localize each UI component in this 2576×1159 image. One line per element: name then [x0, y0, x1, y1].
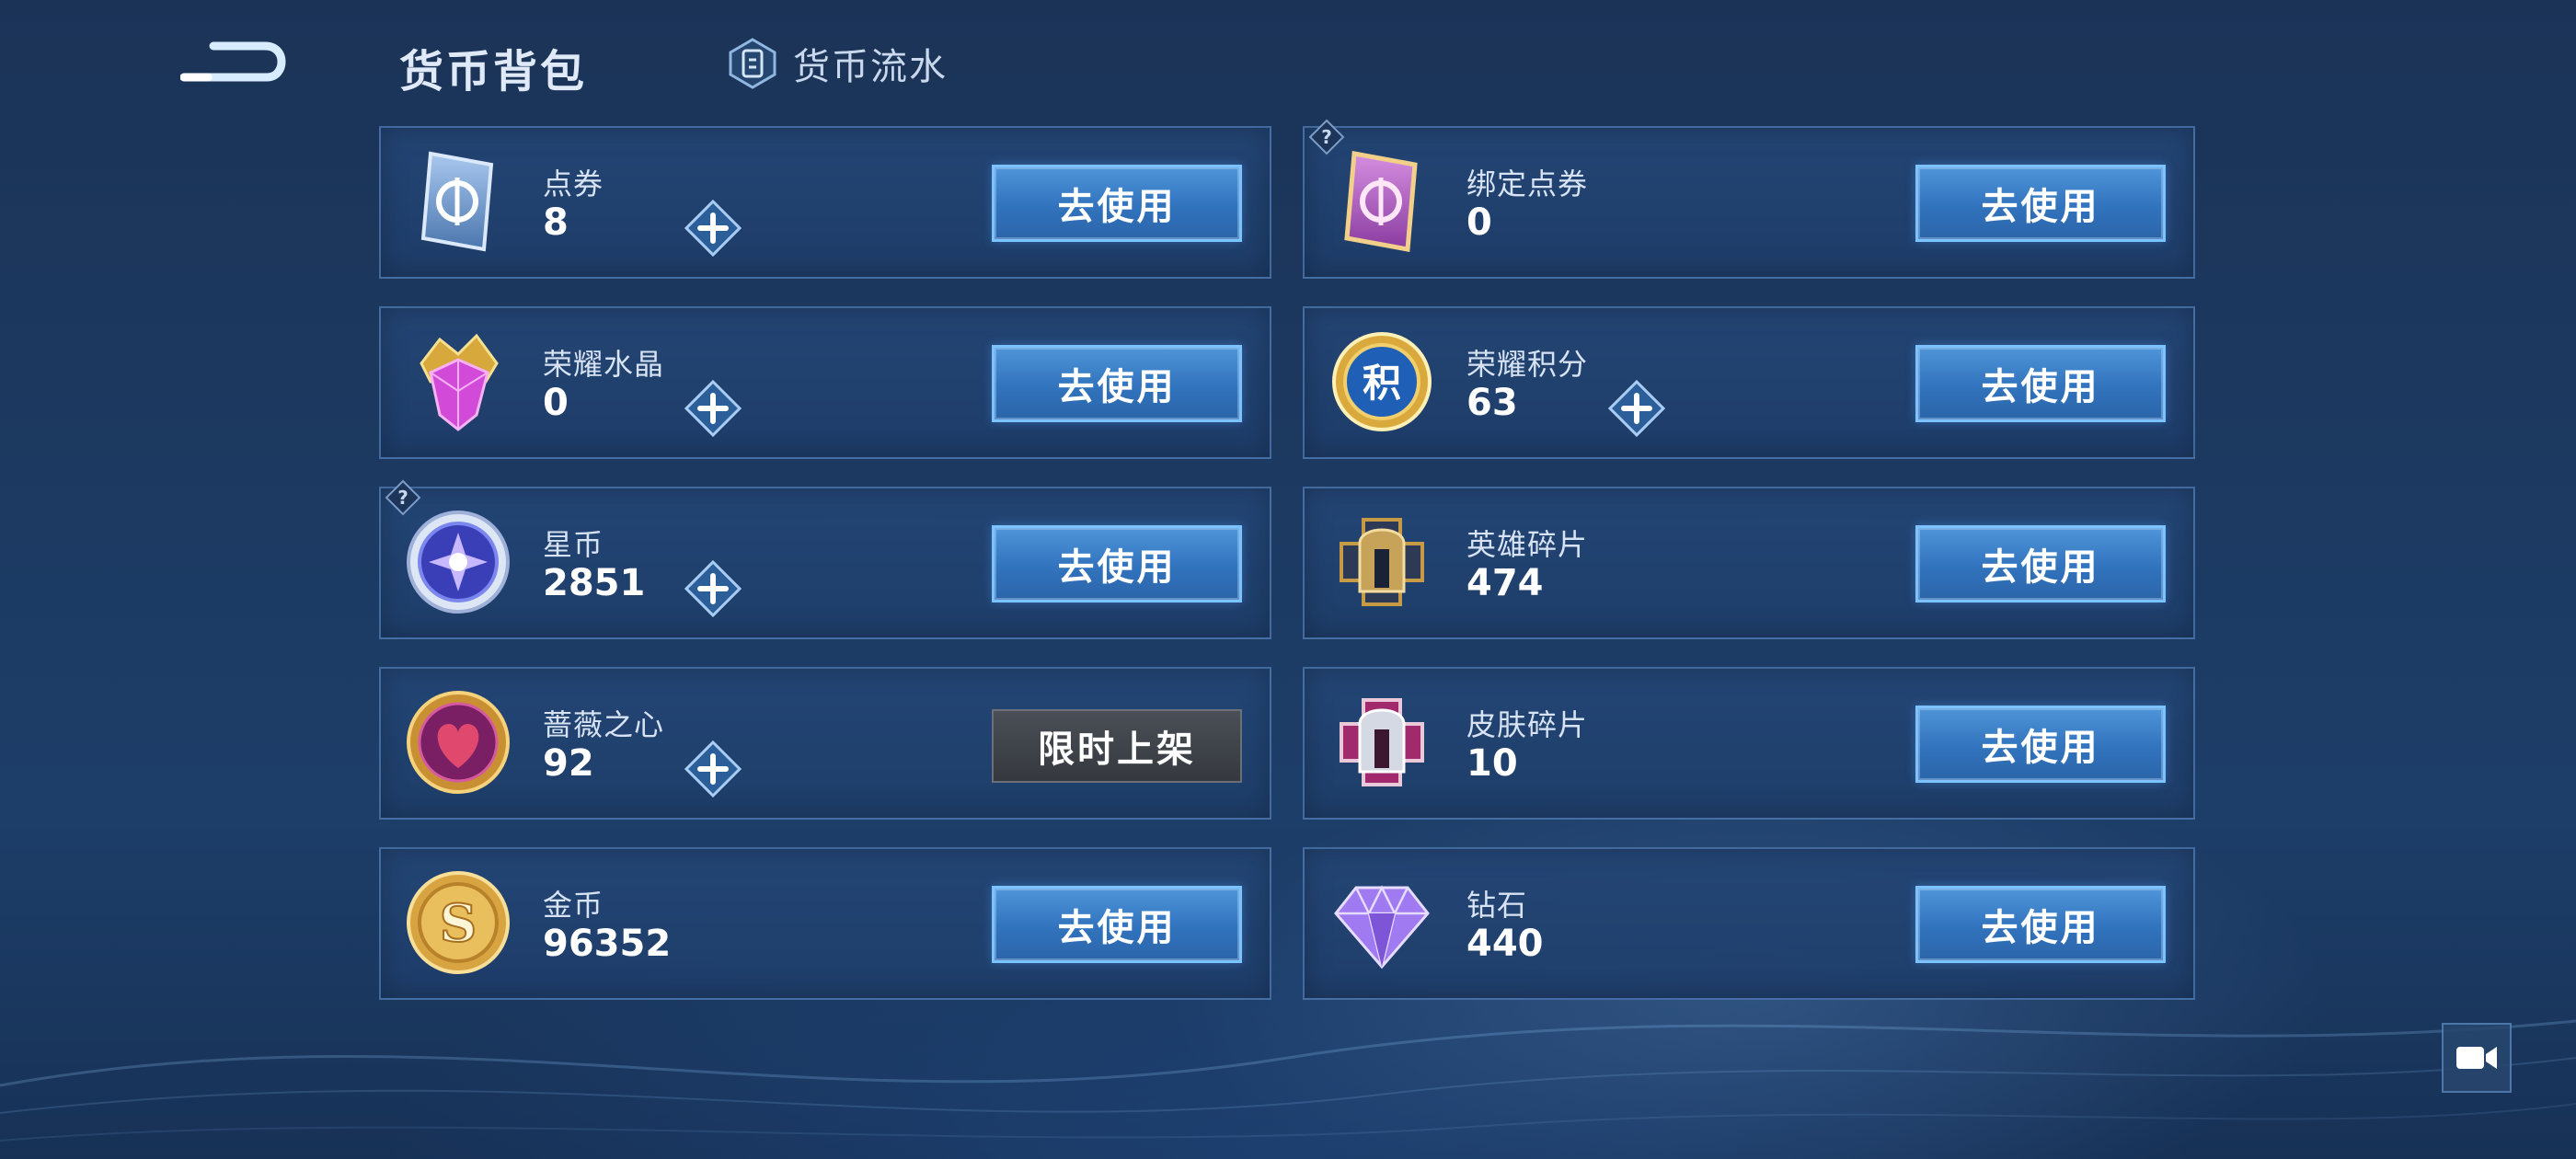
use-button[interactable]: 去使用 — [992, 165, 1242, 242]
currency-name: 点券 — [543, 166, 604, 201]
record-button[interactable] — [2442, 1023, 2512, 1093]
add-currency-button[interactable] — [684, 559, 742, 618]
use-button[interactable]: 去使用 — [1915, 886, 2166, 963]
svg-text:积: 积 — [1363, 361, 1401, 406]
currency-card: 荣耀水晶 0 去使用 — [379, 306, 1271, 459]
currency-card: ? 星币 2851 去使用 — [379, 479, 1271, 639]
crystal-icon — [403, 327, 513, 437]
use-button[interactable]: 去使用 — [1915, 525, 2166, 602]
rose-heart-icon — [403, 687, 513, 798]
add-currency-button[interactable] — [684, 199, 742, 258]
currency-card: 蔷薇之心 92 限时上架 — [379, 667, 1271, 820]
currency-value: 8 — [543, 201, 569, 244]
ticket-icon — [403, 146, 513, 257]
currency-card: 点券 8 去使用 — [379, 126, 1271, 279]
svg-text:?: ? — [397, 487, 408, 509]
currency-value: 474 — [1466, 562, 1544, 604]
currency-name: 蔷薇之心 — [543, 707, 665, 742]
page-title: 货币背包 — [399, 46, 588, 98]
currency-card: S 金币 96352 去使用 — [379, 847, 1271, 1000]
currency-name: 荣耀积分 — [1466, 347, 1589, 382]
currency-flow-label: 货币流水 — [793, 46, 948, 88]
bound-ticket-icon — [1327, 146, 1437, 257]
currency-value: 2851 — [543, 562, 646, 604]
currency-name: 钻石 — [1466, 888, 1528, 923]
currency-name: 荣耀水晶 — [543, 347, 665, 382]
currency-value: 92 — [543, 742, 594, 785]
currency-card: 积 荣耀积分 63 去使用 — [1303, 306, 2195, 459]
add-currency-button[interactable] — [684, 379, 742, 438]
add-currency-button[interactable] — [1607, 379, 1666, 438]
currency-value: 0 — [543, 382, 569, 424]
add-currency-button[interactable] — [684, 740, 742, 798]
use-button[interactable]: 去使用 — [992, 525, 1242, 602]
currency-card: 英雄碎片 474 去使用 — [1303, 487, 2195, 639]
star-coin-icon — [403, 507, 513, 617]
use-button[interactable]: 去使用 — [992, 345, 1242, 422]
svg-text:S: S — [440, 893, 477, 954]
currency-card: 钻石 440 去使用 — [1303, 847, 2195, 1000]
currency-name: 英雄碎片 — [1466, 527, 1589, 562]
diamond-icon — [1327, 867, 1437, 978]
currency-value: 440 — [1466, 923, 1544, 965]
currency-name: 皮肤碎片 — [1466, 707, 1589, 742]
limited-time-button: 限时上架 — [992, 709, 1242, 783]
currency-flow-link[interactable]: 货币流水 — [729, 37, 948, 90]
currency-value: 96352 — [543, 923, 672, 965]
currency-card: ? 绑定点券 0 去使用 — [1303, 119, 2195, 279]
svg-text:?: ? — [1321, 126, 1332, 148]
video-camera-icon — [2456, 1047, 2497, 1069]
points-icon: 积 — [1327, 327, 1437, 437]
currency-value: 0 — [1466, 201, 1492, 244]
currency-card: 皮肤碎片 10 去使用 — [1303, 667, 2195, 820]
flow-record-icon — [729, 38, 776, 89]
use-button[interactable]: 去使用 — [992, 886, 1242, 963]
use-button[interactable]: 去使用 — [1915, 706, 2166, 783]
use-button[interactable]: 去使用 — [1915, 165, 2166, 242]
currency-value: 10 — [1466, 742, 1518, 785]
gold-coin-icon: S — [403, 867, 513, 978]
hero-fragment-icon — [1327, 507, 1437, 617]
currency-name: 金币 — [543, 888, 604, 923]
skin-fragment-icon — [1327, 687, 1437, 798]
currency-name: 绑定点券 — [1466, 166, 1589, 201]
back-arrow-icon — [179, 41, 286, 82]
currency-value: 63 — [1466, 382, 1518, 424]
currency-name: 星币 — [543, 527, 604, 562]
back-button[interactable] — [179, 31, 287, 92]
use-button[interactable]: 去使用 — [1915, 345, 2166, 422]
